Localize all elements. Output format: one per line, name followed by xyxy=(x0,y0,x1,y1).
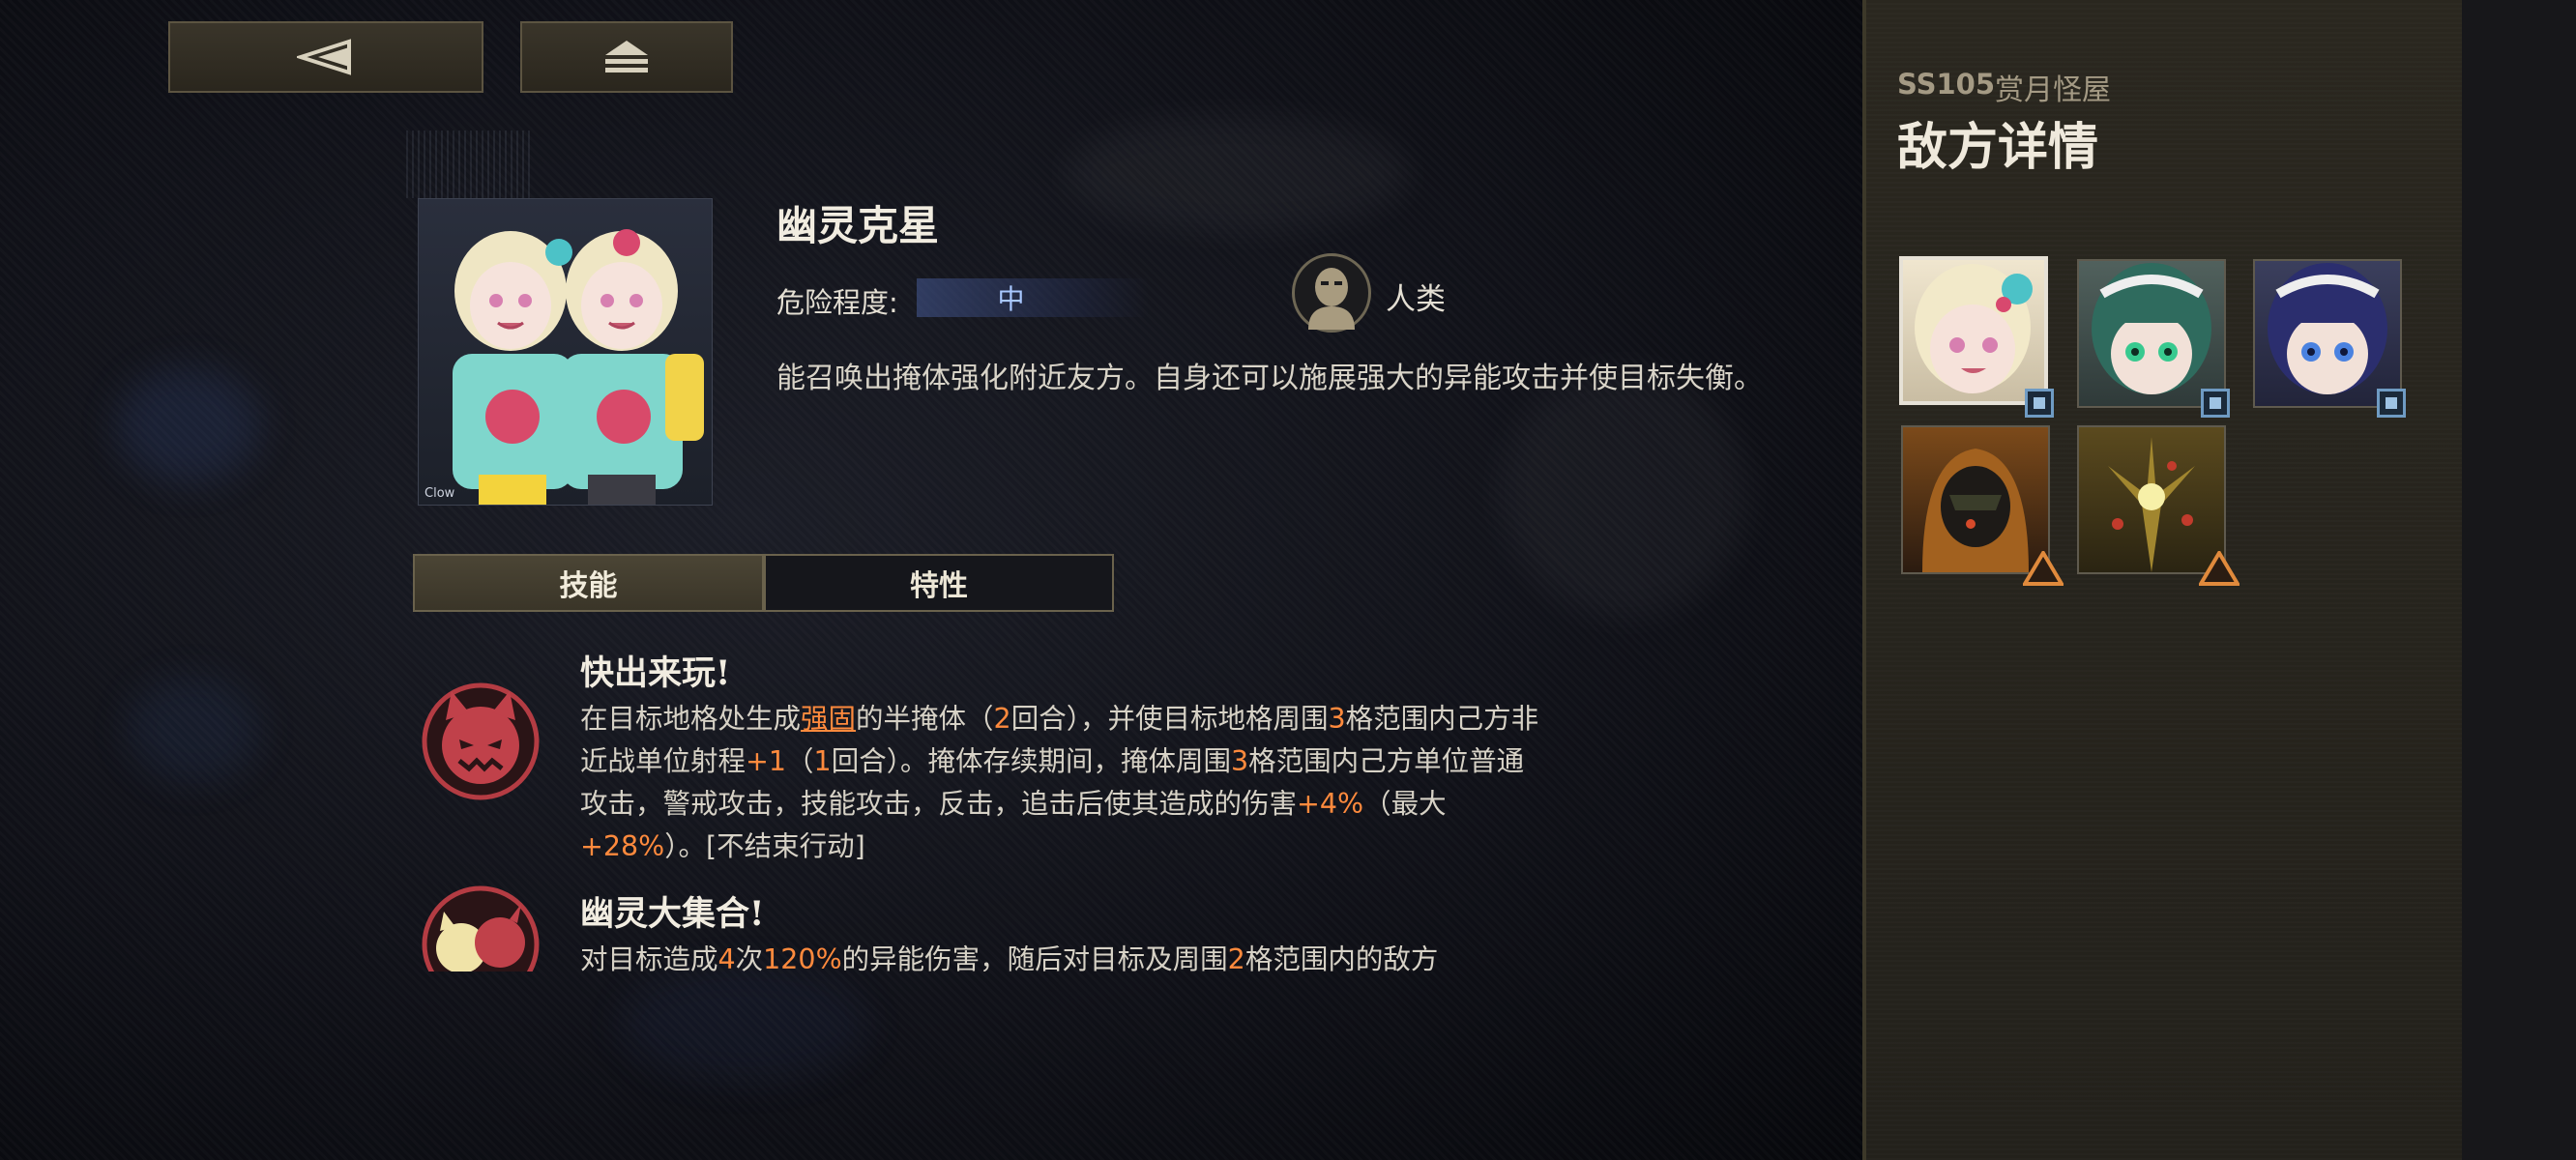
desc-text: ）。[不结束行动] xyxy=(664,830,865,862)
tab-traits[interactable]: 特性 xyxy=(764,554,1114,612)
desc-text: 回合）。掩体存续期间，掩体周围 xyxy=(831,745,1231,777)
desc-text: （ xyxy=(786,745,814,777)
race-label: 人类 xyxy=(1386,282,1446,317)
highlight-text: 120% xyxy=(763,943,842,972)
blonde-twin-girl-portrait xyxy=(1915,264,2033,393)
rank-triangle-icon xyxy=(2023,551,2064,586)
desc-text: （最大 xyxy=(1363,788,1447,820)
ghost-cats-skill-icon xyxy=(422,885,540,972)
skills-list[interactable]: 快出来玩! 在目标地格处生成强固的半掩体（2回合），并使目标地格周围3格范围内己… xyxy=(413,638,1573,972)
enemy-card-blue-maid[interactable] xyxy=(2253,259,2402,408)
desc-text: 回合），并使目标地格周围 xyxy=(1010,703,1329,735)
home-button[interactable] xyxy=(520,21,733,93)
skill-description: 在目标地格处生成强固的半掩体（2回合），并使目标地格周围3格范围内己方非近战单位… xyxy=(580,698,1547,868)
danger-label: 危险程度: xyxy=(776,286,898,319)
highlight-text[interactable]: 强固 xyxy=(801,703,856,735)
tab-traits-label: 特性 xyxy=(910,569,968,603)
highlight-text: 1 xyxy=(813,745,832,777)
home-stack-icon xyxy=(605,41,648,72)
rank-square-icon xyxy=(2201,389,2230,418)
skill-title: 幽灵大集合! xyxy=(580,894,765,934)
desc-text: 次 xyxy=(735,943,764,972)
enemy-description: 能召唤出掩体强化附近友方。自身还可以施展强大的异能攻击并使目标失衡。 xyxy=(776,362,1763,395)
highlight-text: 3 xyxy=(1328,703,1346,735)
blue-hair-maid-portrait xyxy=(2268,263,2387,394)
tab-skills[interactable]: 技能 xyxy=(413,554,764,612)
stage-code: SS105 xyxy=(1897,68,1996,101)
stage-name: 赏月怪屋 xyxy=(1995,73,2111,107)
human-race-icon xyxy=(1292,253,1371,333)
portrait-decoration xyxy=(406,130,532,198)
highlight-text: 2 xyxy=(993,703,1011,735)
danger-level-badge: 中 xyxy=(917,278,1149,317)
rank-square-icon xyxy=(2025,389,2054,418)
danger-level-value: 中 xyxy=(997,283,1025,315)
highlight-text: 2 xyxy=(1227,943,1245,972)
green-hair-maid-portrait xyxy=(2092,263,2211,394)
highlight-text: 3 xyxy=(1230,745,1249,777)
enemy-name: 幽灵克星 xyxy=(776,202,940,249)
highlight-text: 4 xyxy=(717,943,736,972)
desc-text: 在目标地格处生成 xyxy=(580,703,802,735)
enemy-card-blonde-twin[interactable] xyxy=(1899,256,2048,405)
highlight-text: +28% xyxy=(580,830,665,862)
skill-description: 对目标造成4次120%的异能伤害，随后对目标及周围2格范围内的敌方 xyxy=(580,939,1547,972)
back-triangle-icon xyxy=(297,39,351,75)
panel-title: 敌方详情 xyxy=(1897,118,2099,177)
desc-text: 格范围内的敌方 xyxy=(1244,943,1439,972)
red-cat-skill-icon xyxy=(422,682,540,800)
enemy-portrait: Clow xyxy=(418,198,713,506)
highlight-text: +1 xyxy=(746,745,787,777)
panel-edge xyxy=(2462,0,2576,1160)
desc-text: 的半掩体（ xyxy=(856,703,994,735)
desc-text: 对目标造成 xyxy=(580,943,718,972)
tab-skills-label: 技能 xyxy=(559,569,618,603)
rank-triangle-icon xyxy=(2199,551,2239,586)
enemy-card-green-maid[interactable] xyxy=(2077,259,2226,408)
desc-text: 的异能伤害，随后对目标及周围 xyxy=(841,943,1228,972)
portrait-watermark: Clow xyxy=(424,486,455,501)
rank-square-icon xyxy=(2377,389,2406,418)
skill-title: 快出来玩! xyxy=(580,653,731,693)
back-button[interactable] xyxy=(168,21,483,93)
highlight-text: +4% xyxy=(1297,788,1364,820)
